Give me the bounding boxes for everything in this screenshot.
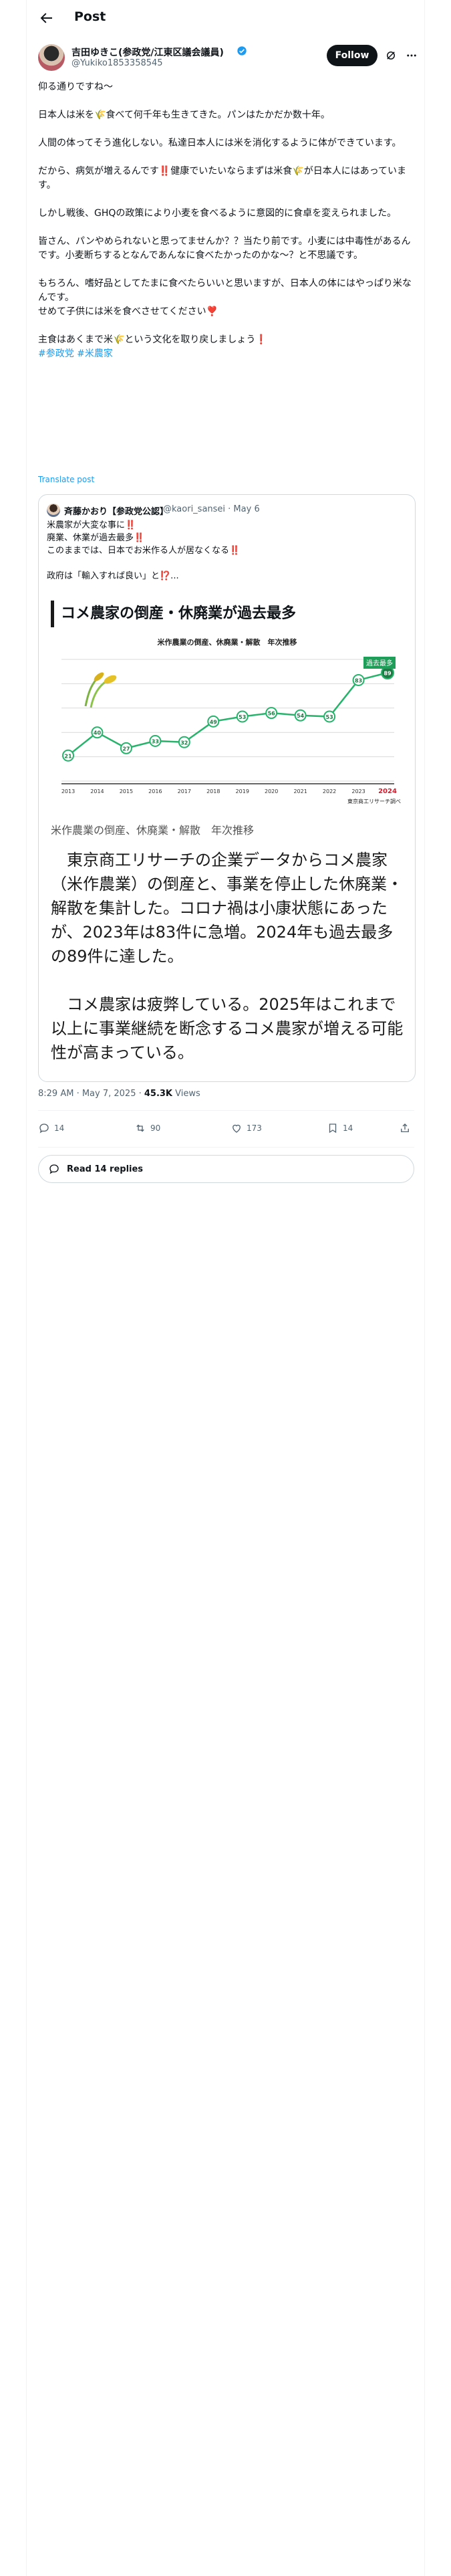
repost-icon bbox=[136, 1124, 144, 1132]
data-label: 21 bbox=[64, 753, 72, 759]
author-avatar[interactable] bbox=[38, 44, 65, 71]
like-button[interactable]: 173 bbox=[231, 1122, 262, 1134]
post-paragraph: せめて子供には米を食べさせてください❣️ bbox=[38, 306, 218, 317]
post-paragraph: だから、病気が増えるんです‼️健康でいたいならまずは米食🌾が日本人にはあっていま… bbox=[38, 166, 407, 191]
bookmark-count: 14 bbox=[343, 1123, 353, 1133]
repost-button[interactable]: 90 bbox=[134, 1122, 160, 1134]
divider bbox=[38, 1110, 414, 1111]
x-tick-label: 2013 bbox=[61, 788, 75, 794]
data-label: 32 bbox=[180, 740, 188, 746]
app-frame: Post 吉田ゆきこ(参政党/江東区議会議員) @Yukiko185335854… bbox=[0, 0, 451, 2576]
image-caption: 米作農業の倒産、休廃業・解散 年次推移 bbox=[51, 824, 255, 837]
back-arrow-icon[interactable] bbox=[38, 10, 54, 26]
divider bbox=[38, 1147, 414, 1148]
data-label: 53 bbox=[239, 714, 246, 720]
read-replies-button[interactable]: Read 14 replies bbox=[38, 1155, 414, 1183]
x-tick-label: 2024 bbox=[378, 788, 397, 795]
author-handle[interactable]: @Yukiko1853358545 bbox=[71, 58, 163, 68]
share-button[interactable] bbox=[399, 1122, 411, 1134]
image-headline: コメ農家の倒産・休廃業が過去最多 bbox=[51, 601, 404, 627]
quoted-author-handle: @kaori_sansei · May 6 bbox=[163, 504, 260, 514]
data-label: 83 bbox=[355, 677, 362, 683]
data-label: 40 bbox=[94, 730, 102, 736]
article-paragraph: コメ農家は疲弊している。2025年はこれまで以上に事業継続を断念するコメ農家が増… bbox=[51, 995, 404, 1062]
data-label: 33 bbox=[152, 738, 159, 744]
highlight-badge-label: 過去最多 bbox=[366, 659, 393, 667]
author-name[interactable]: 吉田ゆきこ(参政党/江東区議会議員) bbox=[71, 45, 224, 59]
reply-button[interactable]: 14 bbox=[38, 1122, 64, 1134]
quoted-text: 米農家が大変な事に‼️ 廃業、休業が過去最多‼️ このままでは、日本でお米作る人… bbox=[47, 519, 408, 582]
more-options-icon[interactable] bbox=[406, 49, 418, 62]
data-label: 53 bbox=[326, 714, 333, 720]
quoted-author-avatar bbox=[47, 504, 60, 517]
x-tick-label: 2021 bbox=[293, 788, 307, 794]
post-paragraph: 人間の体ってそう進化しない。私達日本人には米を消化するように体ができています。 bbox=[38, 138, 402, 148]
quoted-line: 米農家が大変な事に‼️ bbox=[47, 520, 136, 530]
hashtag-links[interactable]: #参政党 #米農家 bbox=[38, 347, 416, 361]
quoted-author-name: 斉藤かおり【参政党公認】 bbox=[64, 507, 169, 517]
chat-bubble-icon bbox=[49, 1164, 59, 1174]
x-tick-label: 2022 bbox=[323, 788, 336, 794]
article-paragraph: 東京商工リサーチの企業データからコメ農家（米作農業）の倒産と、事業を停止した休廃… bbox=[51, 851, 404, 966]
x-tick-label: 2018 bbox=[206, 788, 220, 794]
reply-count: 14 bbox=[54, 1123, 65, 1133]
line-chart: 米作農業の倒産、休廃業・解散 年次推移 21 40 27 33 32 49 53 56 54 53… bbox=[61, 637, 401, 804]
views-count: 45.3K bbox=[144, 1089, 173, 1099]
data-label: 56 bbox=[268, 711, 276, 717]
share-icon bbox=[401, 1123, 409, 1132]
repost-count: 90 bbox=[150, 1123, 161, 1133]
image-article: 東京商工リサーチの企業データからコメ農家（米作農業）の倒産と、事業を停止した休廃… bbox=[51, 848, 404, 1065]
x-tick-label: 2017 bbox=[178, 788, 191, 794]
post-paragraph: しかし戦後、GHQの政策により小麦を食べるように意図的に食卓を変えられました。 bbox=[38, 208, 397, 219]
heart-icon bbox=[233, 1124, 241, 1133]
action-bar: 14 90 173 14 bbox=[38, 1118, 414, 1142]
series-line bbox=[67, 671, 388, 756]
data-label: 89 bbox=[384, 671, 392, 677]
chart-title: 米作農業の倒産、休廃業・解散 年次推移 bbox=[157, 637, 297, 647]
reply-icon bbox=[39, 1123, 49, 1134]
quoted-line: このままでは、日本でお米作る人が居なくなる‼️ bbox=[47, 546, 241, 556]
bookmark-button[interactable]: 14 bbox=[327, 1122, 353, 1134]
like-count: 173 bbox=[247, 1123, 262, 1133]
x-tick-label: 2014 bbox=[90, 788, 104, 794]
x-tick-label: 2015 bbox=[120, 788, 133, 794]
rice-plant-illustration bbox=[84, 672, 117, 708]
data-label: 49 bbox=[210, 719, 218, 725]
read-replies-label: Read 14 replies bbox=[67, 1164, 144, 1174]
quoted-line: 廃業、休業が過去最多‼️ bbox=[47, 533, 145, 543]
data-label: 54 bbox=[297, 713, 305, 719]
main-column: Post 吉田ゆきこ(参政党/江東区議会議員) @Yukiko185335854… bbox=[26, 0, 425, 2576]
quoted-line: 政府は「輸入すれば良い」と⁉️... bbox=[47, 571, 179, 581]
quoted-post[interactable]: 斉藤かおり【参政党公認】 @kaori_sansei · May 6 米農家が大… bbox=[38, 494, 416, 1082]
data-label: 27 bbox=[122, 746, 130, 752]
post-paragraph: もちろん、嗜好品としてたまに食べたらいいと思いますが、日本人の体にはやっぱり米な… bbox=[38, 278, 412, 303]
post-paragraph: 主食はあくまで米🌾という文化を取り戻しましょう❗️ bbox=[38, 334, 267, 345]
verified-badge-icon bbox=[237, 46, 247, 56]
chart-source: 東京商工リサーチ調べ bbox=[347, 798, 401, 804]
grok-icon[interactable] bbox=[385, 49, 397, 62]
x-tick-label: 2016 bbox=[148, 788, 162, 794]
x-tick-label: 2019 bbox=[236, 788, 249, 794]
bookmark-icon bbox=[329, 1123, 337, 1134]
x-tick-label: 2020 bbox=[265, 788, 278, 794]
header: Post bbox=[27, 0, 426, 35]
post-meta: 8:29 AM · May 7, 2025 · 45.3K Views bbox=[38, 1089, 200, 1099]
post-paragraph: 日本人は米を🌾食べて何千年も生きてきた。パンはたかだか数十年。 bbox=[38, 110, 330, 120]
quoted-image[interactable]: コメ農家の倒産・休廃業が過去最多 米作農業の倒産、休廃業・解散 年次推移 21 4… bbox=[47, 601, 408, 1081]
translate-post-link[interactable]: Translate post bbox=[38, 475, 94, 484]
follow-button[interactable]: Follow bbox=[327, 45, 378, 66]
post-timestamp[interactable]: 8:29 AM · May 7, 2025 · bbox=[38, 1089, 144, 1099]
post-paragraph: 仰る通りですね〜 bbox=[38, 82, 113, 92]
post-paragraph: 皆さん、パンやめられないと思ってませんか？？当たり前です。小麦には中毒性があるん… bbox=[38, 236, 411, 261]
x-tick-label: 2023 bbox=[351, 788, 365, 794]
views-label: Views bbox=[172, 1089, 200, 1099]
post-text: 仰る通りですね〜 日本人は米を🌾食べて何千年も生きてきた。パンはたかだか数十年。… bbox=[38, 80, 416, 361]
page-title: Post bbox=[74, 9, 106, 24]
